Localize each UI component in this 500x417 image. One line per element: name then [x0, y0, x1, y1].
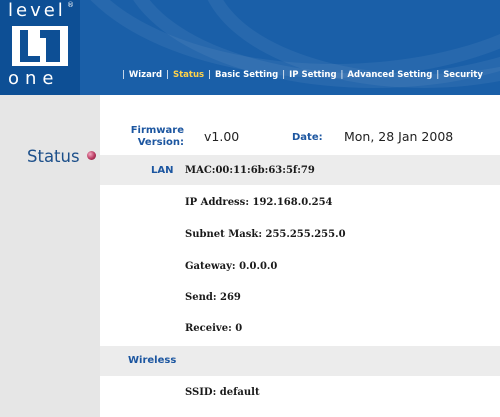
- nav-separator: |: [436, 70, 440, 80]
- lan-receive-count: Receive: 0: [185, 323, 243, 334]
- sidebar-title: Status: [27, 147, 80, 166]
- lan-send-count: Send: 269: [185, 292, 241, 303]
- wireless-section-label: Wireless: [128, 355, 177, 366]
- nav-separator: |: [122, 70, 125, 80]
- status-bullet-icon: [87, 151, 96, 160]
- date-label: Date:: [292, 132, 323, 143]
- firmware-label-line2: Version:: [137, 137, 184, 148]
- nav-item-basic-setting[interactable]: Basic Setting: [215, 70, 278, 80]
- lan-gateway: Gateway: 0.0.0.0: [185, 261, 278, 272]
- lan-section-label: LAN: [151, 165, 174, 176]
- logo-top-text: level: [8, 0, 66, 21]
- status-content: Firmware Version: v1.00 Date: Mon, 28 Ja…: [100, 95, 500, 417]
- lan-ip-address: IP Address: 192.168.0.254: [185, 197, 333, 208]
- wireless-ssid: SSID: default: [185, 387, 260, 398]
- sidebar: Status: [0, 95, 100, 417]
- logo-registered-mark: ®: [67, 1, 74, 9]
- nav-separator: |: [340, 70, 344, 80]
- firmware-version-label: Firmware Version:: [124, 125, 184, 149]
- lan-mac-address: MAC:00:11:6b:63:5f:79: [185, 165, 315, 176]
- top-nav: | Wizard | Status | Basic Setting | IP S…: [118, 68, 483, 82]
- nav-item-wizard[interactable]: Wizard: [129, 70, 162, 80]
- header-banner: level ® one | Wizard | Status | Basic Se…: [0, 0, 500, 95]
- firmware-version-value: v1.00: [204, 129, 240, 144]
- firmware-label-line1: Firmware: [130, 125, 184, 136]
- date-value: Mon, 28 Jan 2008: [344, 129, 454, 144]
- nav-item-ip-setting[interactable]: IP Setting: [289, 70, 336, 80]
- nav-item-status[interactable]: Status: [173, 70, 204, 80]
- lan-subnet-mask: Subnet Mask: 255.255.255.0: [185, 229, 346, 240]
- nav-separator: |: [166, 70, 169, 80]
- nav-separator: |: [282, 70, 286, 80]
- brand-logo: level ® one: [0, 0, 80, 95]
- nav-item-security[interactable]: Security: [443, 70, 483, 80]
- logo-bottom-text: one: [8, 68, 60, 89]
- nav-separator: |: [208, 70, 211, 80]
- logo-mark-icon: [12, 26, 68, 66]
- nav-item-advanced-setting[interactable]: Advanced Setting: [347, 70, 432, 80]
